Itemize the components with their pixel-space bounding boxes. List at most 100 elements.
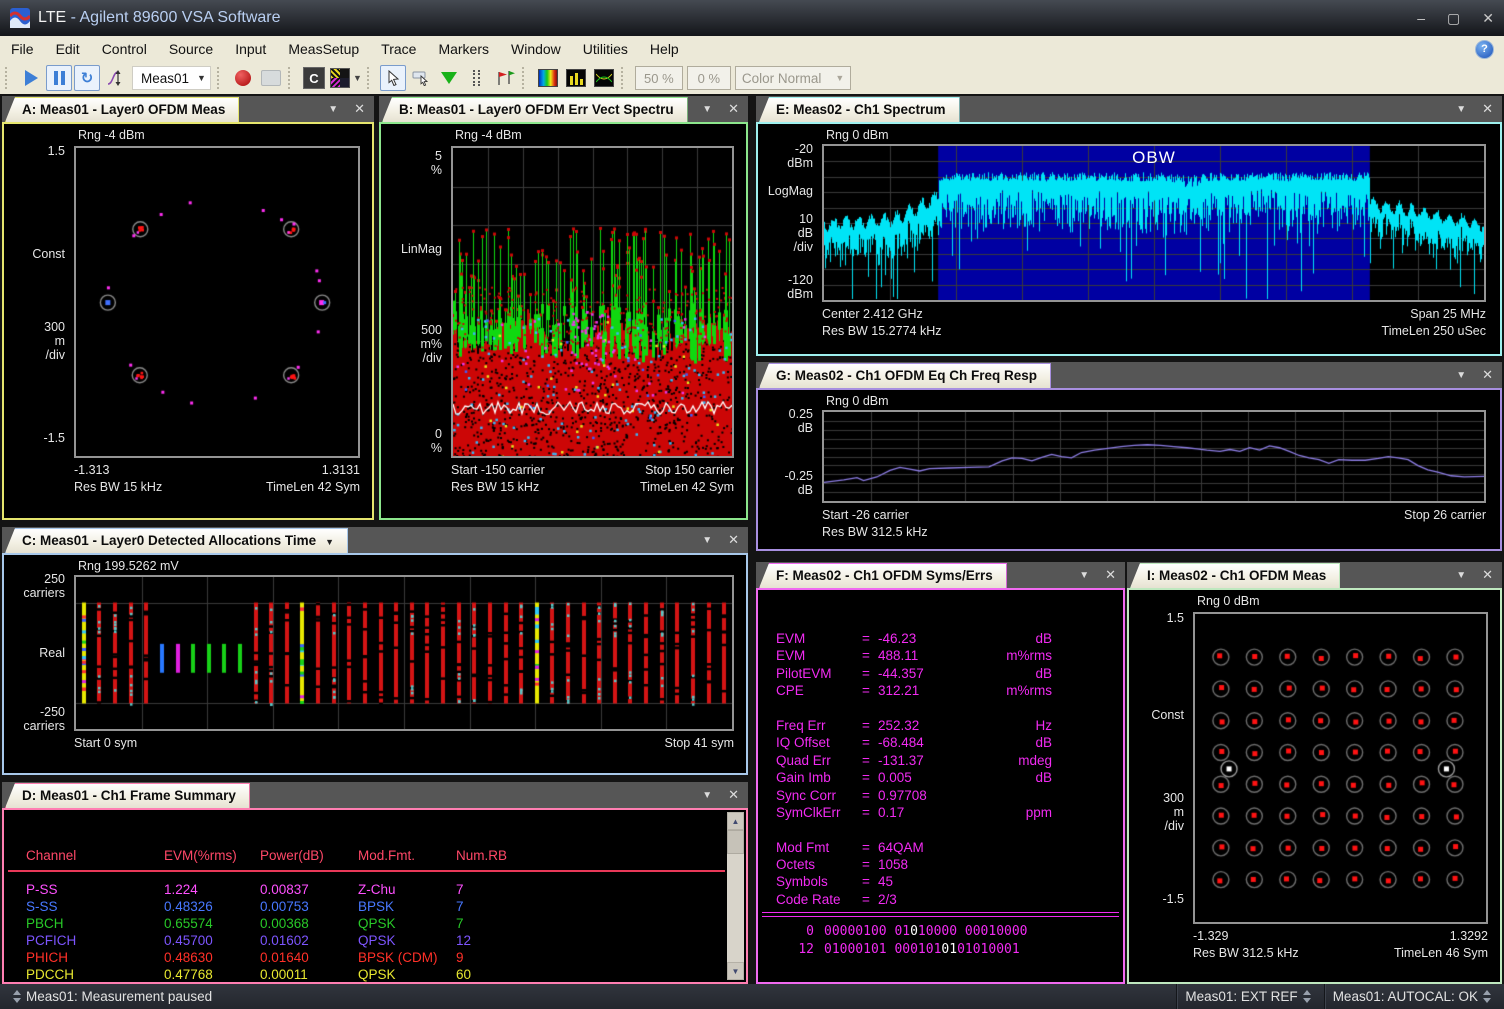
app-icon	[10, 8, 30, 28]
menu-item-input[interactable]: Input	[224, 36, 277, 62]
trace-offset-input[interactable]	[687, 66, 731, 90]
menu-item-source[interactable]: Source	[158, 36, 224, 62]
panel-tab[interactable]: E: Meas02 - Ch1 Spectrum	[759, 97, 960, 122]
menu-item-window[interactable]: Window	[500, 36, 572, 62]
eye-diagram-button[interactable]	[591, 65, 617, 91]
scroll-down-icon[interactable]: ▼	[727, 962, 744, 980]
status-spinner[interactable]	[13, 990, 21, 1003]
panel-tab[interactable]: C: Meas01 - Layer0 Detected Allocations …	[5, 528, 348, 553]
panel-close-icon[interactable]: ✕	[1105, 567, 1116, 583]
marker-to-peak-button[interactable]	[436, 65, 462, 91]
toolbar-group-handle[interactable]	[288, 67, 295, 89]
panel-tab[interactable]: G: Meas02 - Ch1 OFDM Eq Ch Freq Resp	[759, 363, 1051, 388]
panel-menu-caret[interactable]: ▼	[1079, 570, 1089, 581]
obw-band-label: OBW	[938, 148, 1370, 168]
marker-flags-button[interactable]	[492, 65, 518, 91]
playback-display-button[interactable]	[258, 65, 284, 91]
spectrogram-view-button[interactable]	[563, 65, 589, 91]
x-axis-values: Center 2.412 GHzSpan 25 MHz	[822, 307, 1486, 321]
panel-close-icon[interactable]: ✕	[728, 101, 739, 117]
panel-close-icon[interactable]: ✕	[1482, 567, 1493, 583]
play-button[interactable]	[18, 65, 44, 91]
workspace: A: Meas01 - Layer0 OFDM Meas ▼✕ Rng -4 d…	[0, 94, 1504, 984]
panel-menu-caret[interactable]: ▼	[328, 104, 338, 115]
maximize-button[interactable]: ▢	[1447, 10, 1460, 27]
column-header[interactable]: Power(dB)	[260, 848, 324, 863]
panel-tab-strip: G: Meas02 - Ch1 OFDM Eq Ch Freq Resp ▼ ✕	[756, 362, 1502, 388]
layout-grid-button[interactable]: ▼	[329, 65, 363, 91]
toolbar-group-handle[interactable]	[621, 67, 628, 89]
error-spectrum-canvas[interactable]	[453, 148, 732, 456]
menu-item-control[interactable]: Control	[91, 36, 158, 62]
tab-dropdown-icon[interactable]: ▼	[325, 537, 334, 547]
column-header[interactable]: EVM(%rms)	[164, 848, 237, 863]
allocations-canvas[interactable]	[76, 577, 732, 729]
column-header[interactable]: Num.RB	[456, 848, 507, 863]
menu-item-edit[interactable]: Edit	[45, 36, 91, 62]
help-icon[interactable]: ?	[1475, 40, 1494, 59]
panel-menu-caret[interactable]: ▼	[1456, 370, 1466, 381]
panel-close-icon[interactable]: ✕	[728, 787, 739, 803]
window-title: LTE - Agilent 89600 VSA Software	[38, 9, 281, 27]
panel-tab[interactable]: D: Meas01 - Ch1 Frame Summary	[5, 783, 250, 808]
record-button[interactable]	[230, 65, 256, 91]
menu-item-file[interactable]: File	[0, 36, 45, 62]
x-axis-values: Start -150 carrierStop 150 carrier	[451, 463, 734, 477]
panel-menu-caret[interactable]: ▼	[1456, 570, 1466, 581]
status-spinner[interactable]	[1483, 990, 1491, 1003]
correction-button[interactable]: C	[301, 65, 327, 91]
panel-close-icon[interactable]: ✕	[1482, 367, 1493, 383]
minimize-button[interactable]: –	[1417, 10, 1425, 27]
toolbar-group-handle[interactable]	[5, 67, 12, 89]
scroll-thumb[interactable]	[727, 830, 744, 854]
color-mode-select[interactable]: Color Normal▼	[735, 66, 851, 90]
measurement-select[interactable]: Meas01▼	[132, 66, 211, 90]
table-scrollbar[interactable]: ▲ ▼	[727, 812, 744, 980]
qam-constellation-canvas[interactable]	[1195, 614, 1486, 922]
table-cell: 0.00011	[260, 967, 308, 982]
menu-item-help[interactable]: Help	[639, 36, 690, 62]
menu-item-trace[interactable]: Trace	[370, 36, 427, 62]
constellation-canvas[interactable]	[76, 148, 358, 456]
toolbar-group-handle[interactable]	[367, 67, 374, 89]
toolbar-group-handle[interactable]	[522, 67, 529, 89]
pointer-icon	[385, 70, 401, 86]
panel-menu-caret[interactable]: ▼	[702, 104, 712, 115]
spectrum-view-button[interactable]	[535, 65, 561, 91]
scroll-up-icon[interactable]: ▲	[727, 812, 744, 830]
panel-close-icon[interactable]: ✕	[354, 101, 365, 117]
select-pointer-button[interactable]	[380, 65, 406, 91]
panel-ofdm-meas-i: I: Meas02 - Ch1 OFDM Meas ▼✕ Rng 0 dBm 1…	[1127, 562, 1502, 984]
panel-ofdm-syms-errs: F: Meas02 - Ch1 OFDM Syms/Errs ▼ ✕ EVM=-4…	[756, 562, 1125, 984]
move-marker-button[interactable]	[408, 65, 434, 91]
pause-button[interactable]	[46, 65, 72, 91]
toolbar-group-handle[interactable]	[217, 67, 224, 89]
panel-menu-caret[interactable]: ▼	[702, 790, 712, 801]
close-button[interactable]: ✕	[1482, 10, 1494, 27]
y-axis-label: 0.25dB	[758, 407, 813, 435]
result-row: PilotEVM=-44.357dB	[776, 665, 1115, 682]
panel-tab[interactable]: F: Meas02 - Ch1 OFDM Syms/Errs	[759, 563, 1007, 588]
couple-markers-button[interactable]	[464, 65, 490, 91]
freq-response-canvas[interactable]	[824, 412, 1484, 501]
panel-menu-caret[interactable]: ▼	[1456, 104, 1466, 115]
spectrum-canvas[interactable]	[824, 146, 1484, 300]
panel-tab[interactable]: A: Meas01 - Layer0 OFDM Meas	[5, 97, 239, 122]
panel-tab[interactable]: I: Meas02 - Ch1 OFDM Meas	[1130, 563, 1340, 588]
menu-item-markers[interactable]: Markers	[427, 36, 500, 62]
allocations-display: Rng 199.5262 mV 250carriersReal-250carri…	[2, 553, 748, 775]
menu-item-utilities[interactable]: Utilities	[572, 36, 639, 62]
restart-button[interactable]: ↻	[74, 65, 100, 91]
status-spinner[interactable]	[1303, 990, 1311, 1003]
record-icon	[235, 70, 251, 86]
panel-tab[interactable]: B: Meas01 - Layer0 OFDM Err Vect Spectru	[382, 97, 688, 122]
panel-menu-caret[interactable]: ▼	[702, 535, 712, 546]
trace-zoom-input[interactable]	[635, 66, 683, 90]
column-header[interactable]: Mod.Fmt.	[358, 848, 415, 863]
syms-errs-display: EVM=-46.23dBEVM=488.11m%rmsPilotEVM=-44.…	[756, 588, 1125, 984]
panel-close-icon[interactable]: ✕	[728, 532, 739, 548]
trigger-button[interactable]	[102, 65, 128, 91]
menu-item-meassetup[interactable]: MeasSetup	[277, 36, 370, 62]
column-header[interactable]: Channel	[26, 848, 76, 863]
panel-close-icon[interactable]: ✕	[1482, 101, 1493, 117]
